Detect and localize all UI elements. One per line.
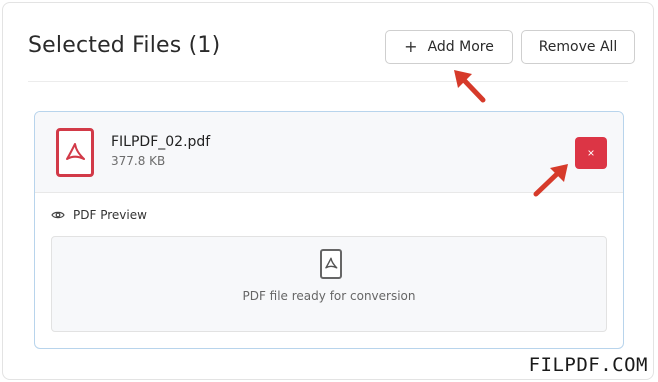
file-card: FILPDF_02.pdf 377.8 KB × PDF Preview PDF… (34, 111, 624, 349)
add-more-button[interactable]: + Add More (385, 30, 513, 64)
page-title: Selected Files (1) (28, 33, 221, 58)
preview-status-text: PDF file ready for conversion (242, 289, 416, 303)
pdf-document-icon (320, 249, 342, 279)
add-more-label: Add More (427, 39, 494, 55)
file-size: 377.8 KB (111, 154, 166, 168)
close-icon: × (587, 146, 595, 160)
pdf-file-icon (56, 128, 94, 177)
eye-icon (51, 211, 65, 219)
remove-all-button[interactable]: Remove All (521, 30, 635, 64)
file-name: FILPDF_02.pdf (111, 134, 211, 150)
preview-label-text: PDF Preview (73, 208, 147, 222)
plus-icon: + (404, 37, 418, 56)
annotation-arrow-add-more (454, 70, 486, 103)
acrobat-symbol-icon (66, 142, 85, 160)
watermark: FILPDF.COM (526, 354, 650, 376)
preview-label: PDF Preview (51, 208, 147, 222)
remove-file-button[interactable]: × (575, 137, 607, 169)
acrobat-symbol-icon (325, 257, 338, 269)
header-divider (28, 81, 628, 82)
annotation-arrow-remove-file (533, 164, 568, 197)
pdf-preview-area: PDF file ready for conversion (51, 236, 607, 332)
remove-all-label: Remove All (538, 39, 618, 55)
